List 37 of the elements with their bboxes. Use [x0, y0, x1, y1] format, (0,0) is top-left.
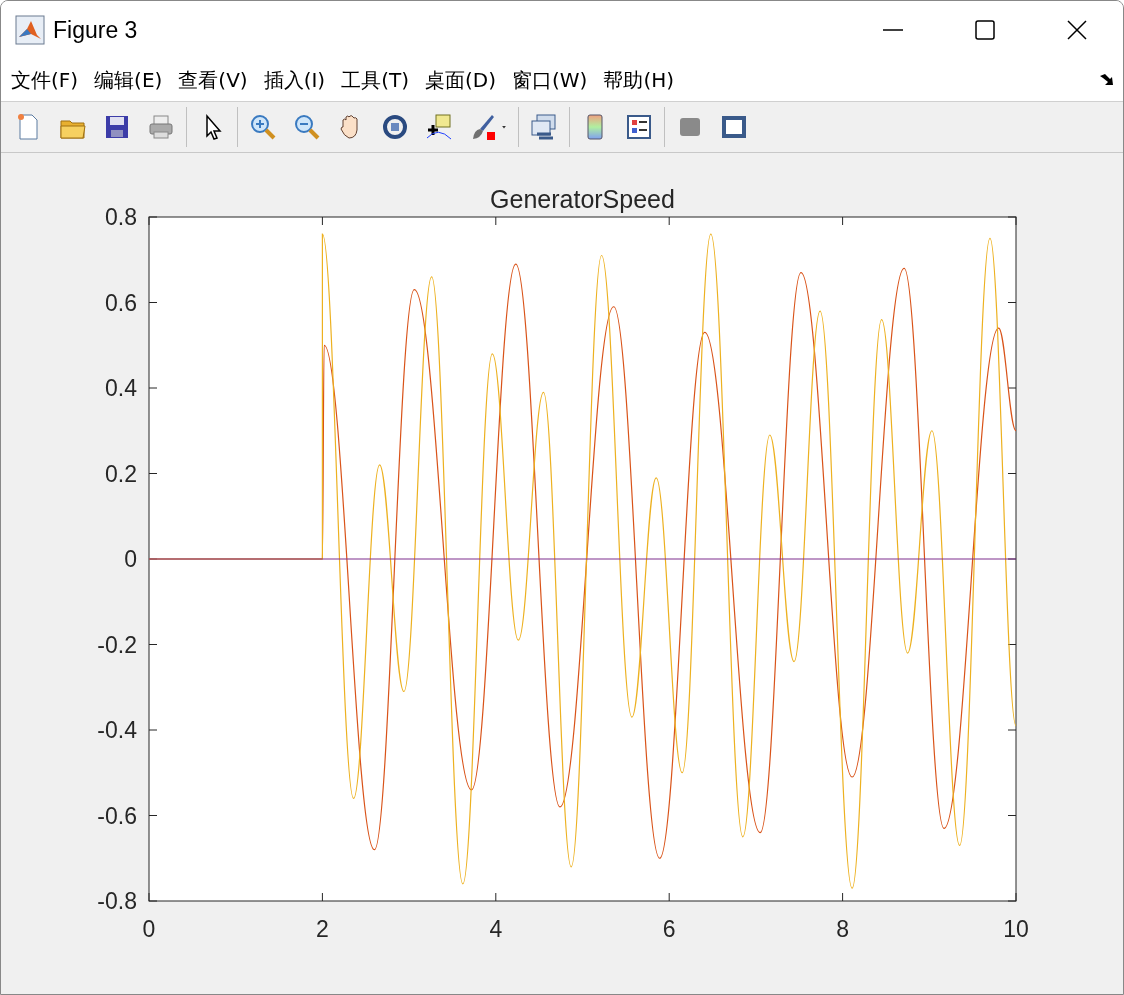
legend-icon[interactable]: [624, 112, 654, 142]
tick-label: 0.4: [105, 375, 137, 401]
maximize-icon: [975, 20, 995, 40]
tick-label: 0.8: [105, 204, 137, 230]
linked-windows-icon[interactable]: [529, 112, 559, 142]
tick-label: 0: [124, 546, 137, 572]
tick-label: -0.6: [97, 802, 137, 829]
tick-label: 10: [1003, 916, 1029, 942]
tick-label: 0: [142, 916, 156, 942]
rotate-icon[interactable]: [380, 112, 410, 142]
dock-arrow-icon[interactable]: [1099, 73, 1115, 87]
tick-label: 2: [316, 916, 329, 942]
chart-title: GeneratorSpeed: [490, 185, 675, 213]
menu-item[interactable]: 查看(V): [178, 64, 256, 96]
printer-icon[interactable]: [146, 112, 176, 142]
menu-item[interactable]: 窗口(W): [512, 64, 596, 96]
window-title: Figure 3: [53, 16, 139, 44]
minimize-icon: [883, 29, 903, 31]
tick-label: -0.8: [97, 888, 137, 914]
menu-item[interactable]: 编辑(E): [94, 64, 171, 96]
menu-item[interactable]: 插入(I): [263, 64, 334, 96]
tick-label: 6: [662, 916, 676, 942]
menu-item[interactable]: 帮助(H): [603, 64, 683, 96]
tick-label: 8: [836, 916, 849, 942]
menu-item[interactable]: 桌面(D): [425, 64, 504, 96]
close-icon: [1067, 20, 1087, 40]
tick-label: -0.4: [97, 717, 137, 743]
zoom-in-icon[interactable]: [248, 112, 278, 142]
app-icon: [15, 15, 45, 45]
menu-item[interactable]: 文件(F): [11, 64, 87, 96]
tick-label: 0.6: [105, 289, 137, 316]
tick-label: -0.2: [97, 631, 137, 658]
zoom-out-icon[interactable]: [292, 112, 322, 142]
tick-label: 4: [489, 916, 503, 942]
menu-item[interactable]: 工具(T): [341, 64, 417, 96]
tick-label: 0.2: [105, 460, 137, 487]
data-cursor-icon[interactable]: [424, 112, 454, 142]
